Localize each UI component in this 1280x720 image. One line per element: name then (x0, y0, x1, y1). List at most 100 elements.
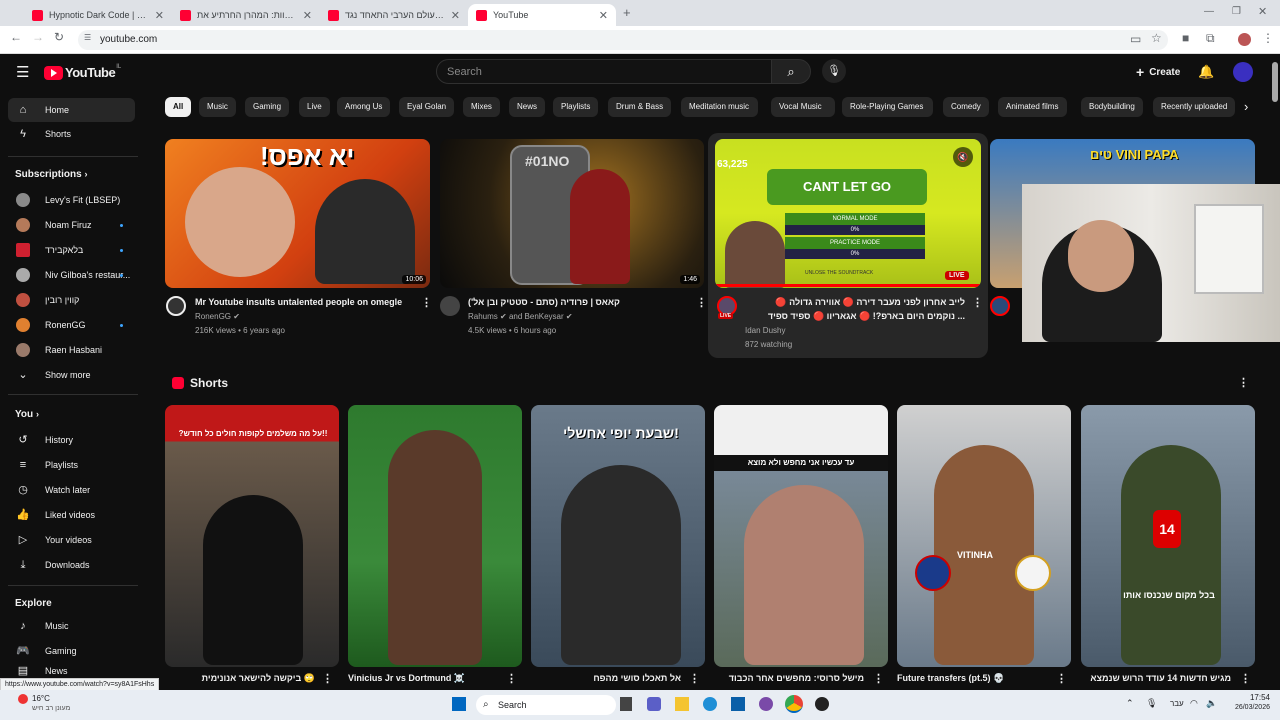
channel-name[interactable]: RonenGG ✔ (195, 312, 240, 321)
sidebar-item-watch-later[interactable]: ◷ Watch later (8, 478, 135, 502)
sidebar-item-subscription[interactable]: Niv Gilboa's restaur... (8, 263, 135, 287)
reload-icon[interactable]: ↻ (54, 30, 64, 44)
search-input[interactable]: Search (436, 59, 772, 84)
windows-start-icon[interactable] (452, 697, 466, 711)
forward-icon[interactable]: → (32, 30, 44, 44)
sidebar-item-music[interactable]: ♪ Music (8, 614, 135, 638)
cast-icon[interactable]: ▭ (1130, 32, 1141, 46)
short-menu-kebab-icon[interactable]: ⋮ (873, 672, 884, 685)
app-icon[interactable] (815, 697, 829, 711)
sidebar-item-your-videos[interactable]: ▷ Your videos (8, 528, 135, 552)
filter-chip[interactable]: Role-Playing Games (842, 97, 933, 117)
sidebar-item-news[interactable]: ▤ News (8, 664, 135, 678)
channel-avatar-live[interactable] (990, 296, 1010, 316)
file-explorer-icon[interactable] (675, 697, 689, 711)
filter-chip[interactable]: Mixes (463, 97, 500, 117)
short-thumbnail[interactable]: VITINHA (897, 405, 1071, 667)
short-thumbnail[interactable]: !שבעת יופי אחשלי (531, 405, 705, 667)
short-thumbnail[interactable]: !!על מה משלמים לקופות חולים כל חודש? (165, 405, 339, 667)
short-title[interactable]: Vinicius Jr vs Dortmund ☠️ (348, 673, 498, 684)
teams-icon[interactable] (647, 697, 661, 711)
filter-chip[interactable]: Bodybuilding (1081, 97, 1143, 117)
messenger-icon[interactable] (759, 697, 773, 711)
close-tab-icon[interactable]: ✕ (303, 9, 312, 22)
short-thumbnail[interactable] (348, 405, 522, 667)
channel-avatar[interactable] (166, 296, 186, 316)
youtube-logo[interactable]: YouTube IL (44, 64, 121, 80)
video-menu-kebab-icon[interactable]: ⋮ (696, 296, 707, 309)
filter-chip[interactable]: Live (299, 97, 330, 117)
filter-chip[interactable]: Meditation music (681, 97, 758, 117)
show-more-button[interactable]: ⌄ Show more (8, 363, 135, 387)
browser-tab[interactable]: ענש מוות: המהרן החרתיע את ✕ (172, 4, 320, 26)
filter-chip[interactable]: Among Us (337, 97, 391, 117)
hamburger-menu-icon[interactable]: ☰ (16, 63, 29, 81)
video-title[interactable]: לייב אחרון לפני מעבר דירה 🔴 אווירה גדולה… (745, 297, 965, 308)
clock-date[interactable]: 26/03/2026 (1224, 704, 1270, 711)
video-thumbnail[interactable]: !יא אפס 10:06 (165, 139, 430, 288)
sidebar-item-shorts[interactable]: ϟ Shorts (8, 122, 135, 146)
sidebar-item-subscription[interactable]: RonenGG (8, 313, 135, 337)
filter-chip[interactable]: Recently uploaded (1153, 97, 1236, 117)
short-thumbnail[interactable]: 14 בכל מקום שנכנסו אותו (1081, 405, 1255, 667)
sidebar-item-home[interactable]: ⌂ Home (8, 98, 135, 122)
short-title[interactable]: 🙄 ביקשה להישאר אנונימית (165, 673, 315, 684)
sidebar-item-subscription[interactable]: בלאקבירד (8, 238, 135, 262)
channel-names[interactable]: Rahums ✔ and BenKeysar ✔ (468, 312, 573, 321)
subscriptions-heading[interactable]: Subscriptions › (15, 169, 87, 180)
short-menu-kebab-icon[interactable]: ⋮ (1056, 672, 1067, 685)
filter-chip[interactable]: Animated films (998, 97, 1067, 117)
filter-chip[interactable]: Eyal Golan (399, 97, 455, 117)
filter-chip[interactable]: Comedy (943, 97, 989, 117)
short-thumbnail[interactable]: עד עכשיו אני מחפש ולא מוצא (714, 405, 888, 667)
taskbar-search-box[interactable]: Search (476, 695, 616, 715)
short-menu-kebab-icon[interactable]: ⋮ (322, 672, 333, 685)
sidebar-item-subscription[interactable]: Noam Firuz (8, 213, 135, 237)
edge-icon[interactable] (703, 697, 717, 711)
clock-time[interactable]: 17:54 (1224, 693, 1270, 702)
chrome-icon[interactable] (785, 695, 803, 713)
video-title-line2[interactable]: ... נוקמים היום בארפ?! 🔴 אגאריוו 🔴 ספיד … (745, 311, 965, 322)
shorts-menu-kebab-icon[interactable]: ⋮ (1238, 376, 1249, 389)
filter-chip[interactable]: News (509, 97, 546, 117)
live-video-thumbnail[interactable]: CANT LET GO NORMAL MODE 0% PRACTICE MODE… (715, 139, 981, 288)
mute-icon[interactable]: 🔇 (953, 147, 973, 167)
voice-search-icon[interactable]: 🎙 (822, 59, 846, 83)
sidebar-item-subscription[interactable]: קווין רובין (8, 288, 135, 312)
browser-tab[interactable]: Hypnotic Dark Code | Futuristic ✕ (24, 4, 172, 26)
close-tab-icon[interactable]: ✕ (451, 9, 460, 22)
short-menu-kebab-icon[interactable]: ⋮ (1240, 672, 1251, 685)
tray-chevron-icon[interactable]: ⌃ (1126, 698, 1134, 709)
profile-avatar[interactable] (1238, 33, 1251, 46)
short-title[interactable]: מישל סרוסי: מחפשים אחר הכבוד (714, 673, 864, 683)
sidebar-item-downloads[interactable]: ⤓ Downloads (8, 553, 135, 577)
video-menu-kebab-icon[interactable]: ⋮ (972, 296, 983, 309)
sidebar-item-subscription[interactable]: Raen Hasbani (8, 338, 135, 362)
puzzle-icon[interactable]: ⧉ (1206, 31, 1215, 46)
wifi-icon[interactable]: ◠ (1190, 698, 1198, 709)
notifications-bell-icon[interactable]: 🔔 (1198, 64, 1214, 80)
browser-tab[interactable]: למה העולם הערבי התאחד נגד ✕ (320, 4, 468, 26)
minimize-icon[interactable]: — (1204, 6, 1214, 17)
short-menu-kebab-icon[interactable]: ⋮ (506, 672, 517, 685)
filter-chip[interactable]: Drum & Bass (608, 97, 672, 117)
store-icon[interactable] (731, 697, 745, 711)
url-field[interactable]: youtube.com (78, 30, 1168, 50)
page-scrollbar[interactable] (1272, 62, 1278, 102)
short-title[interactable]: Future transfers (pt.5) 💀 (897, 673, 1047, 684)
chips-next-arrow-icon[interactable]: › (1244, 99, 1248, 114)
video-title[interactable]: קאאס | פרודיה (סתם - סטטיק ובן אל') (468, 297, 693, 307)
filter-chip[interactable]: Gaming (245, 97, 290, 117)
video-title[interactable]: Mr Youtube insults untalented people on … (195, 297, 420, 307)
you-heading[interactable]: You › (15, 409, 39, 420)
back-icon[interactable]: ← (10, 30, 22, 44)
sidebar-item-subscription[interactable]: Levy's Fit (LBSEP) (8, 188, 135, 212)
close-tab-icon[interactable]: ✕ (155, 9, 164, 22)
sidebar-item-playlists[interactable]: ≡ Playlists (8, 453, 135, 477)
filter-chip[interactable]: All (165, 97, 192, 117)
video-menu-kebab-icon[interactable]: ⋮ (421, 296, 432, 309)
video-thumbnail[interactable]: #01NO 1:46 (440, 139, 704, 288)
filter-chip[interactable]: Music (199, 97, 236, 117)
menu-kebab-icon[interactable]: ⋮ (1262, 31, 1274, 45)
filter-chip[interactable]: Playlists (553, 97, 599, 117)
